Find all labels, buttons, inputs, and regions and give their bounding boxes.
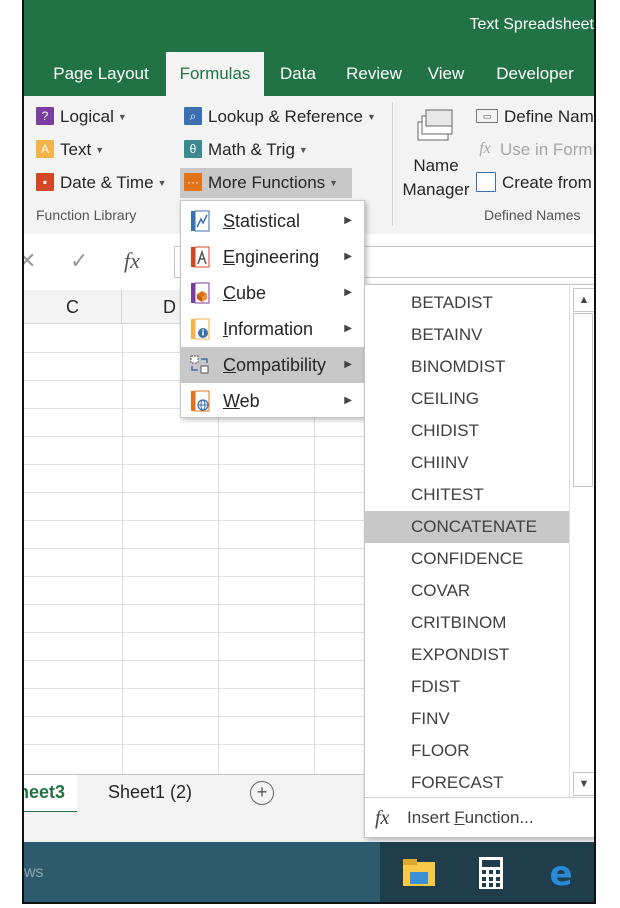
taskbar-text: ws [24, 864, 44, 881]
tab-page-layout[interactable]: Page Layout [40, 52, 162, 96]
menu-item-engineering[interactable]: Engineering ▶ [181, 239, 364, 275]
defined-names-label: Defined Names [484, 207, 581, 223]
submenu-scrollbar[interactable]: ▲ ▼ [569, 285, 594, 797]
menu-item-cube[interactable]: Cube ▶ [181, 275, 364, 311]
chevron-down-icon: ▼ [329, 178, 339, 188]
statistical-icon [191, 210, 210, 232]
logical-icon: ? [36, 106, 54, 125]
sheet-tab-sheet1-2[interactable]: Sheet1 (2) [96, 775, 204, 811]
scroll-up-icon[interactable]: ▲ [573, 288, 594, 312]
fx-icon: fx [479, 139, 491, 157]
function-library-label: Function Library [36, 207, 137, 223]
chevron-right-icon: ▶ [344, 323, 352, 334]
function-item[interactable]: FINV [365, 703, 569, 735]
function-item[interactable]: FDIST [365, 671, 569, 703]
group-separator [392, 102, 393, 226]
web-icon [191, 390, 210, 412]
taskbar-apps: e [380, 842, 594, 902]
use-in-formula-button[interactable]: fxUse in Formula [476, 137, 594, 163]
information-icon [191, 318, 210, 340]
scrollbar-thumb[interactable] [573, 313, 593, 487]
tab-developer[interactable]: Developer [486, 52, 584, 96]
chevron-right-icon: ▶ [344, 287, 352, 298]
chevron-down-icon: ▼ [95, 145, 105, 155]
more-functions-icon: ··· [184, 172, 202, 191]
table-icon [476, 171, 496, 192]
function-item[interactable]: CONFIDENCE [365, 543, 569, 575]
create-from-selection-button[interactable]: Create from Selection [476, 170, 594, 196]
function-item[interactable]: BETAINV [365, 319, 569, 351]
add-sheet-icon[interactable]: + [250, 781, 274, 805]
menu-item-web[interactable]: Web ▶ [181, 383, 364, 419]
chevron-right-icon: ▶ [344, 251, 352, 262]
ribbon-tabs: Page Layout Formulas Data Review View De… [24, 52, 594, 96]
enter-icon[interactable]: ✓ [70, 248, 88, 274]
tab-data[interactable]: Data [272, 52, 324, 96]
function-item[interactable]: BINOMDIST [365, 351, 569, 383]
name-manager-icon [417, 109, 453, 141]
function-item[interactable]: CHIINV [365, 447, 569, 479]
chevron-down-icon: ▼ [367, 112, 376, 122]
file-explorer-icon[interactable] [400, 854, 438, 892]
svg-text:e: e [549, 854, 572, 892]
chevron-down-icon: ▼ [298, 145, 308, 155]
compatibility-icon [190, 355, 209, 374]
edge-browser-icon[interactable]: e [542, 854, 580, 892]
chevron-right-icon: ▶ [344, 215, 352, 226]
tab-view[interactable]: View [420, 52, 472, 96]
chevron-down-icon: ▼ [157, 178, 167, 188]
cancel-icon[interactable]: ✕ [24, 248, 36, 274]
insert-function-icon[interactable]: fx [124, 248, 140, 274]
insert-function-menu-item[interactable]: fx Insert Function... [365, 797, 594, 838]
math-trig-button[interactable]: θ Math & Trig ▼ [184, 137, 308, 163]
cube-icon [191, 282, 210, 304]
chevron-right-icon: ▶ [344, 395, 352, 406]
lookup-icon: ⌕ [184, 106, 202, 125]
menu-item-statistical[interactable]: Statistical ▶ [181, 203, 364, 239]
function-item-highlighted[interactable]: CONCATENATE [365, 511, 569, 543]
engineering-icon [191, 246, 210, 268]
menu-item-compatibility[interactable]: Compatibility ▶ [181, 347, 364, 383]
function-item[interactable]: COVAR [365, 575, 569, 607]
menu-item-information[interactable]: Information ▶ [181, 311, 364, 347]
excel-window: Text Spreadsheet Page Layout Formulas Da… [22, 0, 596, 904]
function-item[interactable]: CEILING [365, 383, 569, 415]
column-header-c[interactable]: C [24, 290, 122, 324]
name-manager-button[interactable]: Name Manager [396, 154, 476, 202]
calculator-icon[interactable] [472, 854, 510, 892]
date-time-button[interactable]: ▪ Date & Time ▼ [36, 170, 166, 196]
sheet-tab-sheet3[interactable]: Sheet3 [24, 775, 78, 814]
grid-line [122, 324, 123, 774]
chevron-down-icon: ▼ [117, 112, 127, 122]
taskbar: ws e [24, 842, 594, 902]
function-item[interactable]: CHITEST [365, 479, 569, 511]
function-item[interactable]: CHIDIST [365, 415, 569, 447]
more-functions-menu: Statistical ▶ Engineering ▶ Cube ▶ Infor… [180, 200, 365, 418]
chevron-right-icon: ▶ [344, 359, 352, 370]
function-item[interactable]: BETADIST [365, 287, 569, 319]
function-item[interactable]: FORECAST [365, 767, 569, 797]
function-item[interactable]: FLOOR [365, 735, 569, 767]
logical-button[interactable]: ? Logical ▼ [36, 104, 127, 130]
function-item[interactable]: CRITBINOM [365, 607, 569, 639]
function-list: BETADIST BETAINV BINOMDIST CEILING CHIDI… [365, 285, 569, 797]
fx-icon: fx [375, 807, 390, 829]
text-icon: A [36, 139, 54, 158]
tab-review[interactable]: Review [338, 52, 410, 96]
define-name-button[interactable]: ▭ Define Name [476, 104, 594, 130]
function-item[interactable]: EXPONDIST [365, 639, 569, 671]
scroll-down-icon[interactable]: ▼ [573, 772, 594, 796]
title-bar: Text Spreadsheet [24, 0, 594, 52]
window-title: Text Spreadsheet [469, 16, 594, 33]
more-functions-button[interactable]: ··· More Functions ▼ [180, 168, 352, 198]
lookup-reference-button[interactable]: ⌕ Lookup & Reference ▼ [184, 104, 376, 130]
tab-formulas[interactable]: Formulas [166, 52, 264, 96]
calendar-icon: ▪ [36, 172, 54, 191]
text-button[interactable]: A Text ▼ [36, 137, 104, 163]
tag-icon: ▭ [476, 108, 498, 123]
theta-icon: θ [184, 139, 202, 158]
compatibility-submenu: BETADIST BETAINV BINOMDIST CEILING CHIDI… [364, 284, 594, 838]
